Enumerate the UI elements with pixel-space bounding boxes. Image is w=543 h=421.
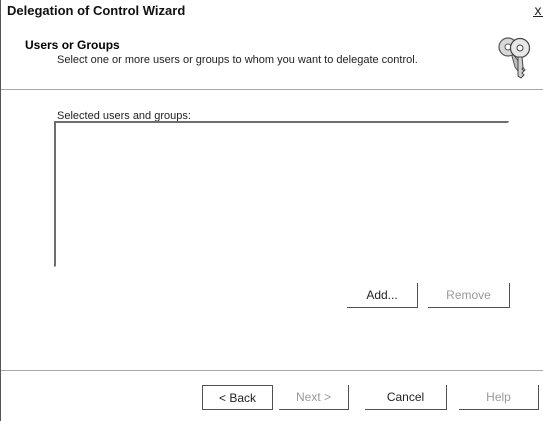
next-button[interactable]: Next >: [279, 385, 349, 410]
footer-divider: [1, 370, 543, 372]
back-button[interactable]: < Back: [202, 385, 273, 410]
page-title: Users or Groups: [25, 38, 120, 52]
help-button[interactable]: Help: [459, 385, 539, 410]
wizard-window: Delegation of Control Wizard x Users or …: [0, 0, 543, 421]
wizard-header: Users or Groups Select one or more users…: [1, 22, 543, 88]
title-bar[interactable]: Delegation of Control Wizard x: [1, 0, 543, 22]
header-divider: [1, 89, 543, 91]
cancel-button[interactable]: Cancel: [365, 385, 447, 410]
selected-users-list[interactable]: [54, 121, 509, 267]
keys-icon: [498, 37, 531, 79]
page-subtitle: Select one or more users or groups to wh…: [57, 54, 418, 66]
add-button[interactable]: Add...: [347, 283, 418, 308]
close-icon[interactable]: x: [532, 1, 543, 19]
window-title: Delegation of Control Wizard: [7, 3, 186, 18]
remove-button[interactable]: Remove: [428, 283, 510, 308]
